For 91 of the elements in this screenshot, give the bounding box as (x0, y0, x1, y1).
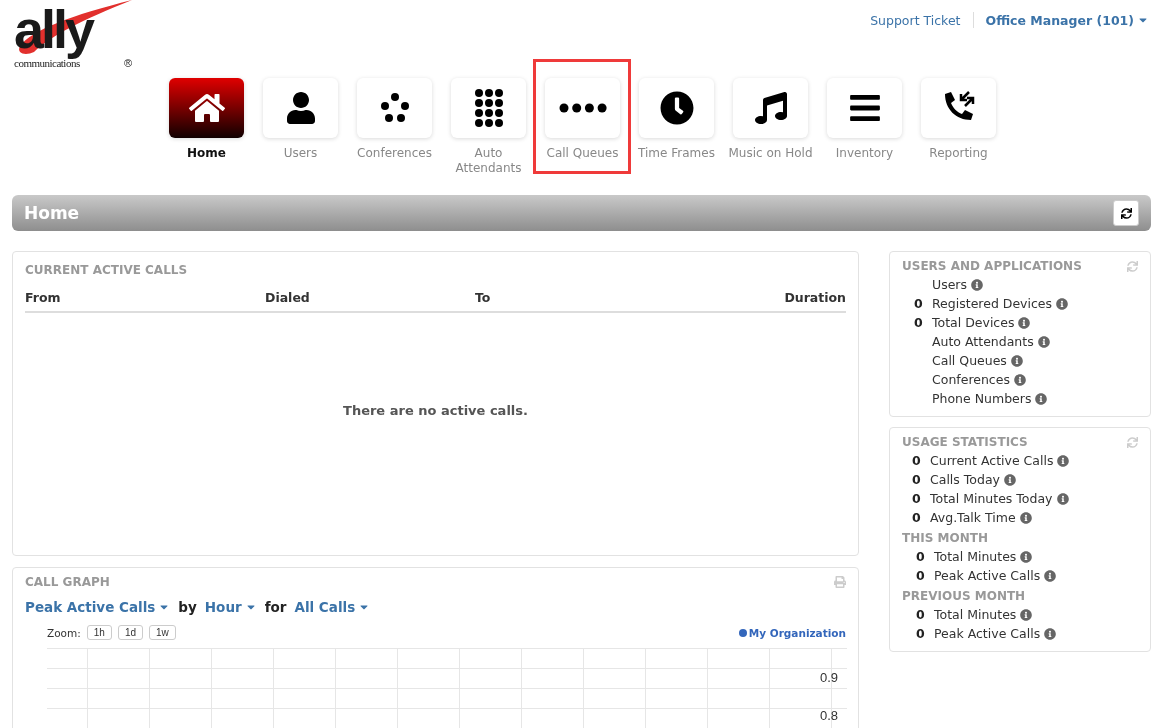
interval-dropdown[interactable]: Hour (204, 599, 257, 615)
count-value: 0 (912, 510, 922, 525)
info-icon[interactable] (1056, 297, 1069, 310)
ellipsis-icon (558, 103, 607, 113)
info-icon[interactable] (1057, 454, 1070, 467)
filter-dropdown[interactable]: All Calls (294, 599, 371, 615)
nav-tile[interactable] (639, 78, 714, 138)
stat-label: Phone Numbers (932, 391, 1032, 406)
refresh-button[interactable] (1113, 200, 1139, 226)
info-icon[interactable] (1018, 316, 1031, 329)
stat-label: Peak Active Calls (934, 626, 1041, 641)
metric-dropdown[interactable]: Peak Active Calls (25, 599, 171, 615)
nav-tile[interactable] (357, 78, 432, 138)
stat-label: Total Devices (932, 315, 1015, 330)
user-icon (284, 92, 317, 124)
info-icon[interactable] (1035, 392, 1048, 405)
count-value: 0 (912, 491, 922, 506)
stat-label: Total Minutes Today (930, 491, 1053, 506)
column-header: Duration (783, 290, 846, 305)
nav-tile[interactable] (827, 78, 902, 138)
stat-label: Total Minutes (934, 549, 1017, 564)
nav-tile[interactable] (545, 78, 620, 138)
axis-label: 0.8 (819, 708, 838, 723)
axis-label: 0.9 (819, 670, 838, 685)
nav-tile[interactable] (733, 78, 808, 138)
by-label: by (178, 599, 197, 615)
info-icon[interactable] (1019, 511, 1032, 524)
nav-tile[interactable] (263, 78, 338, 138)
support-ticket-link[interactable]: Support Ticket (870, 12, 961, 28)
panel-title: CALL GRAPH (25, 575, 110, 589)
for-label: for (264, 599, 287, 615)
count-value: 0 (916, 626, 926, 641)
nav-label[interactable]: Music on Hold (726, 146, 815, 161)
stat-label: Call Queues (932, 353, 1007, 368)
stat-label: Avg.Talk Time (930, 510, 1016, 525)
refresh-icon (1120, 207, 1132, 219)
stat-label: Auto Attendants (932, 334, 1034, 349)
count-value: 0 (914, 315, 924, 330)
count-value: 0 (916, 568, 926, 583)
info-icon[interactable] (1004, 473, 1016, 486)
clock-icon (659, 91, 694, 125)
nav-label[interactable]: Auto Attendants (444, 146, 533, 176)
stat-label: Registered Devices (932, 296, 1053, 311)
zoom-label: Zoom: (47, 626, 81, 639)
nav-label[interactable]: Reporting (914, 146, 1003, 161)
nav-tile[interactable] (921, 78, 996, 138)
count-value: 0 (914, 296, 924, 311)
nav-label[interactable]: Time Frames (632, 146, 721, 161)
keypad-icon (473, 88, 504, 128)
stat-label: Conferences (932, 372, 1010, 387)
info-icon[interactable] (1056, 492, 1069, 505)
empty-message: There are no active calls. (342, 403, 529, 418)
nav-tile[interactable] (169, 78, 244, 138)
info-icon[interactable] (971, 278, 983, 291)
info-icon[interactable] (1044, 569, 1057, 582)
panel-title: CURRENT ACTIVE CALLS (25, 263, 188, 277)
zoom-button[interactable]: 1d (117, 625, 144, 640)
stat-label: Peak Active Calls (934, 568, 1041, 583)
section-heading: PREVIOUS MONTH (902, 589, 1027, 603)
info-icon[interactable] (1010, 354, 1023, 367)
count-value: 0 (912, 472, 922, 487)
info-icon[interactable] (1013, 373, 1026, 386)
stat-label: Current Active Calls (930, 453, 1054, 468)
page-title: Home (24, 203, 80, 223)
account-menu[interactable]: Office Manager (101) (985, 12, 1149, 28)
nav-label[interactable]: Users (256, 146, 345, 161)
nav-label[interactable]: Call Queues (538, 146, 627, 161)
panel-title: USAGE STATISTICS (902, 435, 1028, 449)
info-icon[interactable] (1020, 608, 1033, 621)
column-header: From (25, 290, 62, 305)
info-icon[interactable] (1044, 627, 1057, 640)
zoom-button[interactable]: 1h (86, 625, 112, 640)
panel-title: USERS AND APPLICATIONS (902, 259, 1082, 273)
info-icon[interactable] (1020, 550, 1033, 563)
count-value: 0 (916, 607, 926, 622)
stat-label: Calls Today (930, 472, 1000, 487)
count-value: 0 (912, 453, 922, 468)
music-note-icon (754, 92, 787, 124)
stat-label: Users (932, 277, 967, 292)
count-value: 0 (916, 549, 926, 564)
zoom-button[interactable]: 1w (149, 625, 176, 640)
column-header: To (475, 290, 492, 305)
section-heading: THIS MONTH (902, 531, 989, 545)
nav-tile[interactable] (451, 78, 526, 138)
column-header: Dialed (265, 290, 311, 305)
nav-label[interactable]: Inventory (820, 146, 909, 161)
legend-item[interactable]: My Organization (738, 626, 846, 639)
nav-label[interactable]: Home (162, 146, 251, 161)
stat-label: Total Minutes (934, 607, 1017, 622)
nav-label[interactable]: Conferences (350, 146, 439, 161)
info-icon[interactable] (1037, 335, 1050, 348)
